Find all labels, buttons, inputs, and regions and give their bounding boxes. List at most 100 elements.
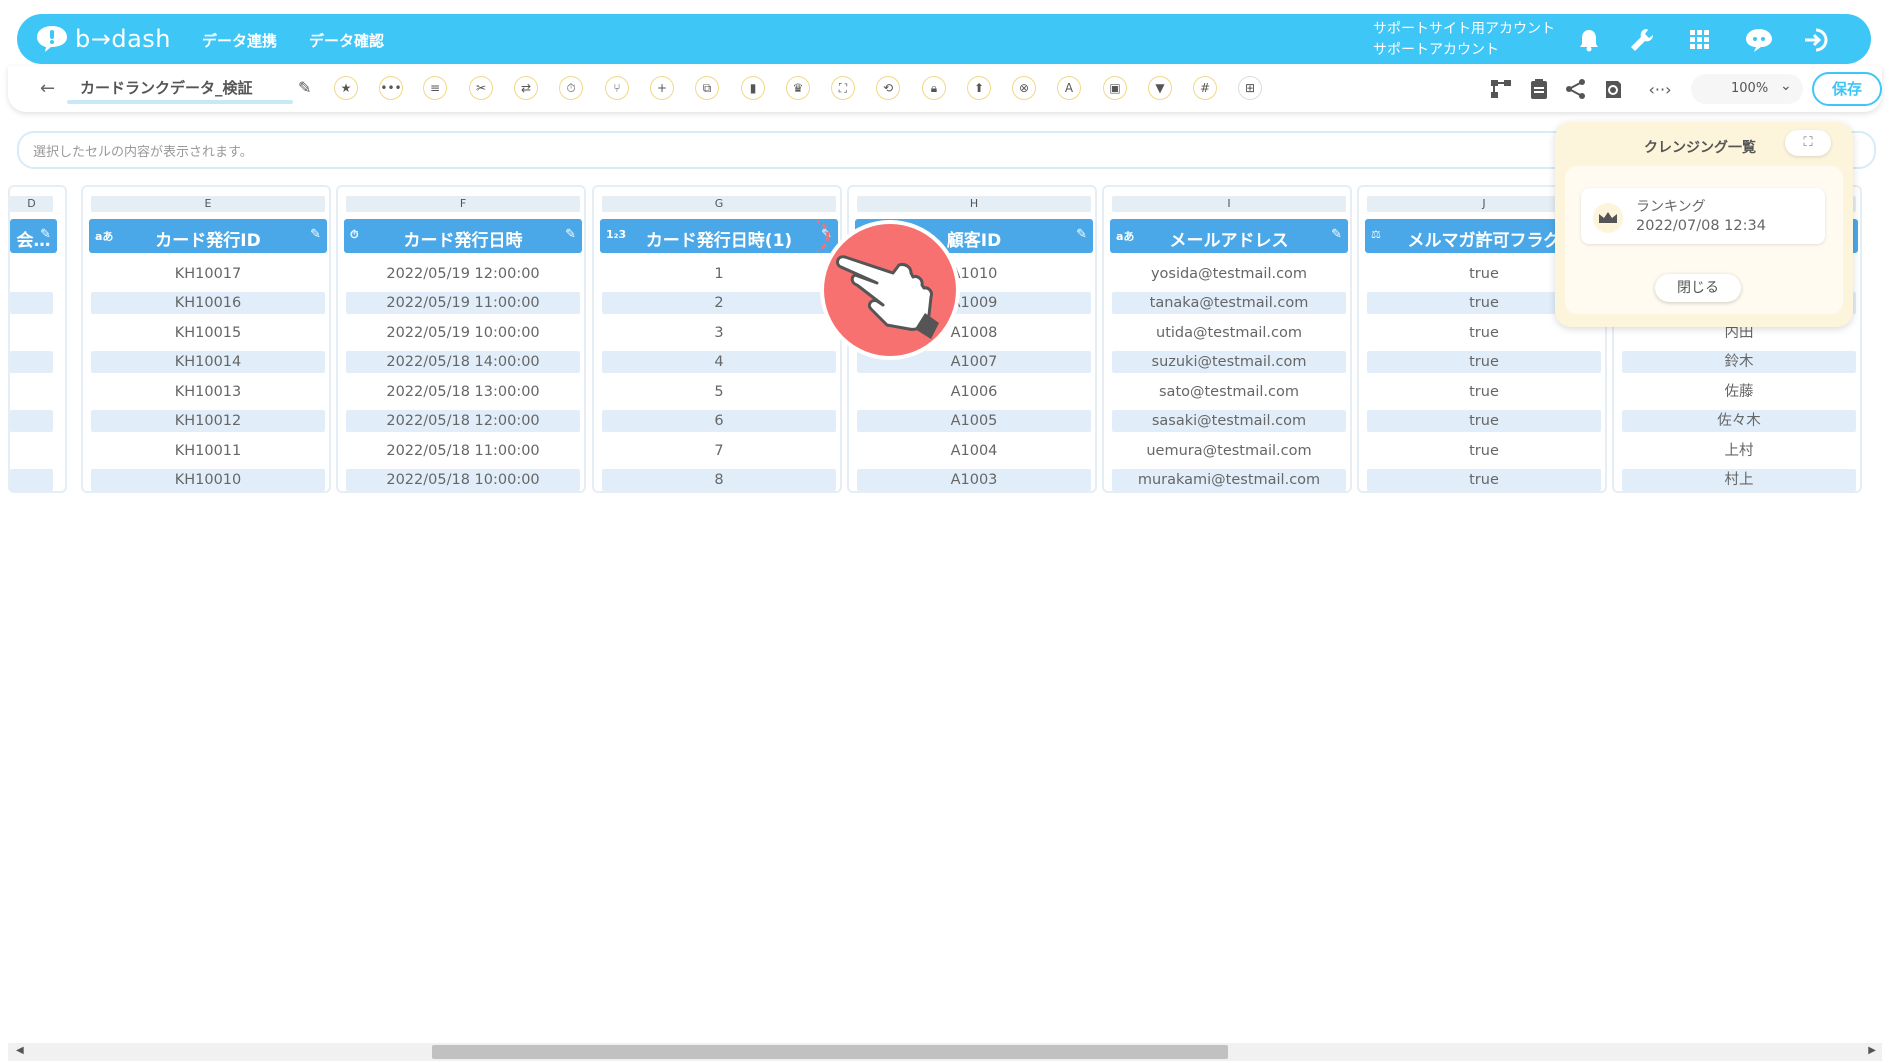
scissors-icon[interactable]: ✂	[469, 76, 493, 100]
grid-cell[interactable]: utida@testmail.com	[1112, 322, 1346, 344]
column-letter[interactable]: D	[10, 196, 53, 212]
grid-cell[interactable]: A1006	[857, 381, 1091, 403]
trash-icon[interactable]: ▮	[741, 76, 765, 100]
grid-cell[interactable]: 村上	[1622, 469, 1856, 491]
edit-column-pencil-icon[interactable]: ✎	[310, 227, 321, 242]
grid-cell[interactable]: 3	[602, 322, 836, 344]
zoom-select[interactable]: 100% ⌄	[1691, 74, 1803, 104]
column-letter[interactable]: G	[602, 196, 836, 212]
grid-cell[interactable]: 佐藤	[1622, 381, 1856, 403]
edit-column-pencil-icon[interactable]: ✎	[1331, 227, 1342, 242]
nav-data-integration[interactable]: データ連携	[202, 30, 277, 51]
more-icon[interactable]: •••	[379, 76, 403, 100]
grid-cell[interactable]: 2022/05/18 13:00:00	[346, 381, 580, 403]
filter-icon[interactable]: ▼	[1148, 76, 1172, 100]
support-icon[interactable]	[1742, 26, 1776, 54]
logout-icon[interactable]	[1800, 26, 1834, 54]
wrench-icon[interactable]	[1628, 26, 1656, 54]
edit-column-pencil-icon[interactable]: ✎	[40, 227, 51, 242]
column-letter[interactable]: H	[857, 196, 1091, 212]
scroll-right-icon[interactable]: ▶	[1868, 1045, 1876, 1056]
column-header[interactable]: 会… ✎	[10, 219, 57, 253]
az-icon[interactable]: A	[1057, 76, 1081, 100]
grid-cell[interactable]: suzuki@testmail.com	[1112, 351, 1346, 373]
table-icon[interactable]: ⊞	[1238, 76, 1262, 100]
grid-cell[interactable]: tanaka@testmail.com	[1112, 292, 1346, 314]
grid-cell[interactable]	[10, 469, 53, 491]
grid-cell[interactable]: true	[1367, 351, 1601, 373]
grid-cell[interactable]: true	[1367, 440, 1601, 462]
column-letter[interactable]: E	[91, 196, 325, 212]
grid-cell[interactable]: 2022/05/18 14:00:00	[346, 351, 580, 373]
grid-cell[interactable]: sasaki@testmail.com	[1112, 410, 1346, 432]
grid-cell[interactable]	[10, 263, 53, 285]
grid-cell[interactable]: 5	[602, 381, 836, 403]
grid-cell[interactable]: 鈴木	[1622, 351, 1856, 373]
grid-cell[interactable]: A1004	[857, 440, 1091, 462]
list-icon[interactable]: ≡	[423, 76, 447, 100]
hash-icon[interactable]: #	[1193, 76, 1217, 100]
grid-icon[interactable]	[1686, 26, 1714, 54]
grid-cell[interactable]	[10, 440, 53, 462]
back-arrow-icon[interactable]: ←	[40, 78, 55, 99]
grid-cell[interactable]	[10, 292, 53, 314]
code-icon[interactable]: ‹··›	[1645, 76, 1675, 102]
plus-icon[interactable]: +	[650, 76, 674, 100]
grid-cell[interactable]	[10, 410, 53, 432]
grid-cell[interactable]: 6	[602, 410, 836, 432]
save-button[interactable]: 保存	[1812, 72, 1882, 106]
grid-cell[interactable]: KH10013	[91, 381, 325, 403]
grid-cell[interactable]: 2	[602, 292, 836, 314]
flow-icon[interactable]	[1488, 76, 1514, 102]
grid-cell[interactable]: 佐々木	[1622, 410, 1856, 432]
grid-cell[interactable]: murakami@testmail.com	[1112, 469, 1346, 491]
expand-popup-button[interactable]: ⛶	[1785, 130, 1831, 156]
document-name[interactable]: カードランクデータ_検証	[80, 77, 253, 98]
grid-cell[interactable]: KH10012	[91, 410, 325, 432]
close-popup-button[interactable]: 閉じる	[1655, 274, 1741, 302]
grid-cell[interactable]	[10, 351, 53, 373]
grid-cell[interactable]: 7	[602, 440, 836, 462]
grid-cell[interactable]: KH10014	[91, 351, 325, 373]
column-header[interactable]: aあ メールアドレス ✎	[1110, 219, 1348, 253]
column-letter[interactable]: F	[346, 196, 580, 212]
column-header[interactable]: 1₂3 カード発行日時(1) ✎	[600, 219, 838, 253]
cancel-icon[interactable]: ⊗	[1012, 76, 1036, 100]
share-icon[interactable]	[1563, 76, 1589, 102]
grid-cell[interactable]	[10, 381, 53, 403]
column-letter[interactable]: I	[1112, 196, 1346, 212]
grid-cell[interactable]: 2022/05/19 11:00:00	[346, 292, 580, 314]
grid-cell[interactable]: A1003	[857, 469, 1091, 491]
grid-cell[interactable]: true	[1367, 469, 1601, 491]
grid-cell[interactable]: yosida@testmail.com	[1112, 263, 1346, 285]
nav-data-check[interactable]: データ確認	[309, 30, 384, 51]
grid-cell[interactable]: 上村	[1622, 440, 1856, 462]
column-header[interactable]: aあ カード発行ID ✎	[89, 219, 327, 253]
grid-cell[interactable]: KH10011	[91, 440, 325, 462]
edit-column-pencil-icon[interactable]: ✎	[1076, 227, 1087, 242]
edit-name-pencil-icon[interactable]: ✎	[298, 78, 311, 97]
copy-icon[interactable]: ⧉	[695, 76, 719, 100]
upload-icon[interactable]: ⬆	[967, 76, 991, 100]
scrollbar-thumb[interactable]	[432, 1045, 1228, 1059]
bdash-logo[interactable]: b→dash	[35, 24, 171, 54]
grid-cell[interactable]: 2022/05/18 10:00:00	[346, 469, 580, 491]
clipboard-icon[interactable]	[1526, 76, 1552, 102]
scroll-left-icon[interactable]: ◀	[16, 1045, 24, 1056]
crown-icon[interactable]: ♛	[786, 76, 810, 100]
grid-cell[interactable]: uemura@testmail.com	[1112, 440, 1346, 462]
grid-cell[interactable]: KH10017	[91, 263, 325, 285]
shuffle-icon[interactable]: ⇄	[514, 76, 538, 100]
grid-cell[interactable]: 8	[602, 469, 836, 491]
lock-icon[interactable]: 🔒︎	[922, 76, 946, 100]
grid-cell[interactable]: KH10016	[91, 292, 325, 314]
grid-cell[interactable]: 2022/05/18 11:00:00	[346, 440, 580, 462]
cleansing-item[interactable]: ランキング 2022/07/08 12:34	[1581, 188, 1825, 244]
square-icon[interactable]: ▣	[1103, 76, 1127, 100]
merge-icon[interactable]: ⑂	[605, 76, 629, 100]
fullscreen-icon[interactable]: ⛶	[831, 76, 855, 100]
grid-cell[interactable]: 2022/05/18 12:00:00	[346, 410, 580, 432]
grid-cell[interactable]: true	[1367, 410, 1601, 432]
horizontal-scrollbar[interactable]: ◀ ▶	[8, 1043, 1882, 1061]
grid-cell[interactable]: A1005	[857, 410, 1091, 432]
